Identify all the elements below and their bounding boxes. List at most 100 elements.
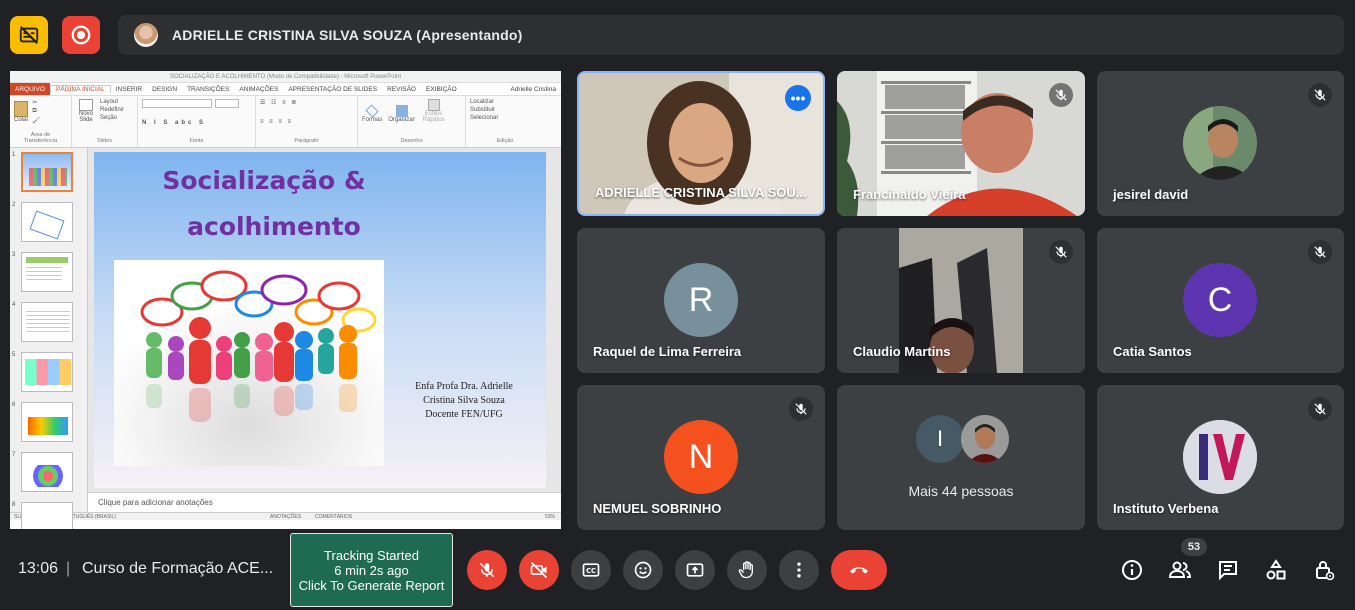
slide-thumbnail [21, 502, 73, 529]
layout-label: Layout [100, 99, 119, 105]
shapes-icon [365, 104, 379, 118]
present-now-button[interactable] [675, 550, 715, 590]
tab-transicoes: TRANSIÇÕES [187, 85, 230, 93]
clipboard-group-label: Área de Transferência [23, 132, 58, 144]
quick-styles-icon [427, 99, 440, 111]
captions-button[interactable]: CC [571, 550, 611, 590]
participant-name: Francinaldo Vieira [853, 187, 966, 202]
presenter-label: ADRIELLE CRISTINA SILVA SOUZA (Apresenta… [172, 27, 523, 43]
thumb-row: 5 [12, 352, 87, 402]
tab-animacoes: ANIMAÇÕES [239, 85, 279, 93]
tracking-report-button[interactable]: Tracking Started 6 min 2s ago Click To G… [290, 533, 453, 607]
participant-tile[interactable]: N NEMUEL SOBRINHO [577, 385, 825, 530]
thumb-row: 1 [12, 152, 87, 202]
font-format-icons: N I S abc S [142, 120, 207, 126]
slide-thumbnail [21, 152, 73, 192]
screen-share: SOCIALIZAÇÃO E ACOLHIMENTO (Modo de Comp… [10, 71, 561, 529]
participant-tile[interactable]: ••• ADRIELLE CRISTINA SILVA SOU... [577, 71, 825, 216]
paragraph-group-label: Parágrafo [294, 138, 319, 144]
powerpoint-title-bar: SOCIALIZAÇÃO E ACOLHIMENTO (Modo de Comp… [10, 71, 561, 83]
participant-name: Instituto Verbena [1113, 501, 1219, 516]
thumb-row: 3 [12, 252, 87, 302]
mic-off-icon [1049, 83, 1073, 107]
more-options-button[interactable] [779, 550, 819, 590]
participant-tile[interactable]: jesirel david [1097, 71, 1344, 216]
select-label: Selecionar [470, 115, 499, 121]
meeting-details-button[interactable] [1118, 556, 1146, 584]
reactions-button[interactable] [623, 550, 663, 590]
activities-icon [1266, 559, 1286, 580]
ribbon-group-font: N I S abc S Fonte [138, 96, 256, 147]
shapes-label: Formas [362, 117, 383, 123]
recording-button[interactable] [62, 16, 100, 54]
ribbon-group-editing: Localizar Substituir Selecionar Edição [466, 96, 544, 147]
slide-thumbnails: 1 2 3 4 5 6 7 8 [10, 148, 88, 529]
reset-label: Redefinir [100, 107, 125, 113]
people-speech-bubbles-image [114, 260, 384, 466]
present-icon [686, 563, 704, 577]
participant-name: NEMUEL SOBRINHO [593, 501, 722, 516]
mic-toggle-button[interactable] [467, 550, 507, 590]
chat-button[interactable] [1214, 556, 1242, 584]
slide-thumbnail [21, 352, 73, 392]
slide-thumbnail [21, 202, 73, 242]
format-painter-icon: 🖌 [32, 118, 40, 124]
ppt-user: Adrielle Cristina [510, 85, 556, 93]
activities-button[interactable] [1262, 556, 1290, 584]
participant-count-badge: 53 [1181, 538, 1207, 556]
camera-toggle-button[interactable] [519, 550, 559, 590]
tab-exibicao: EXIBIÇÃO [426, 85, 457, 93]
paste-label: Colar [14, 116, 29, 123]
mic-off-icon [1049, 240, 1073, 264]
end-call-icon [850, 567, 868, 574]
replace-label: Substituir [470, 107, 496, 113]
tab-revisao: REVISÃO [387, 85, 416, 93]
captions-off-button[interactable] [10, 16, 48, 54]
leave-call-button[interactable] [831, 550, 887, 590]
participant-tile[interactable]: C Catia Santos [1097, 228, 1344, 373]
slide-editor: Socialização & acolhimento Enfa Profa Dr… [88, 148, 561, 512]
ribbon-group-slides: Novo Slide Layout Redefinir Seção Slides [72, 96, 138, 147]
tab-inserir: INSERIR [115, 85, 143, 93]
info-icon [1122, 560, 1142, 580]
notes-pane: Clique para adicionar anotações [88, 492, 561, 512]
mic-off-icon [789, 397, 813, 421]
current-slide: Socialização & acolhimento Enfa Profa Dr… [94, 152, 546, 488]
slide-thumbnail [21, 452, 73, 492]
tab-arquivo: ARQUIVO [10, 83, 50, 95]
participant-avatar: I [916, 415, 964, 463]
participant-tile[interactable]: R Raquel de Lima Ferreira [577, 228, 825, 373]
more-participants-tile[interactable]: I Mais 44 pessoas [837, 385, 1085, 530]
mic-off-icon [1308, 240, 1332, 264]
slides-group-label: Slides [97, 138, 112, 144]
quick-styles-label: Estilos Rápidos [422, 111, 445, 123]
mic-off-icon [1308, 83, 1332, 107]
host-controls-button[interactable] [1310, 556, 1338, 584]
ribbon-group-paragraph: ☰ ☷ ≡ ≣ ≡ ≡ ≡ ≡ Parágrafo [256, 96, 358, 147]
participant-avatar: N [664, 420, 738, 494]
tab-design: DESIGN [152, 85, 178, 93]
participant-avatar: R [664, 263, 738, 337]
host-controls-icon [1316, 561, 1335, 581]
participant-name: jesirel david [1113, 187, 1189, 202]
participant-tile[interactable]: Instituto Verbena [1097, 385, 1344, 530]
participant-avatar: C [1183, 263, 1257, 337]
presenter-banner: ADRIELLE CRISTINA SILVA SOUZA (Apresenta… [118, 15, 1344, 55]
mic-off-icon [479, 562, 495, 578]
more-options-icon[interactable]: ••• [785, 85, 811, 111]
record-icon [71, 25, 91, 45]
ppt-status-bar: SLIDE 1 DE 23 PORTUGUÊS (BRASIL) ANOTAÇÕ… [10, 512, 561, 520]
participant-tile[interactable]: Claudio Martins [837, 228, 1085, 373]
new-slide-label: Novo Slide [78, 111, 93, 123]
ribbon-group-drawing: Formas Organizar Estilos Rápidos Desenho [358, 96, 466, 147]
editing-group-label: Edição [496, 138, 514, 144]
paragraph-icons: ☰ ☷ ≡ ≣ [260, 100, 299, 106]
participant-tile[interactable]: Francinaldo Vieira [837, 71, 1085, 216]
slide-credit: Enfa Profa Dra. Adrielle Cristina Silva … [415, 381, 513, 420]
presenter-avatar [134, 23, 158, 47]
more-options-icon [797, 562, 801, 578]
slide-title-line2: acolhimento [187, 212, 361, 241]
raise-hand-button[interactable] [727, 550, 767, 590]
people-button[interactable] [1166, 556, 1194, 584]
raise-hand-icon [738, 561, 753, 579]
